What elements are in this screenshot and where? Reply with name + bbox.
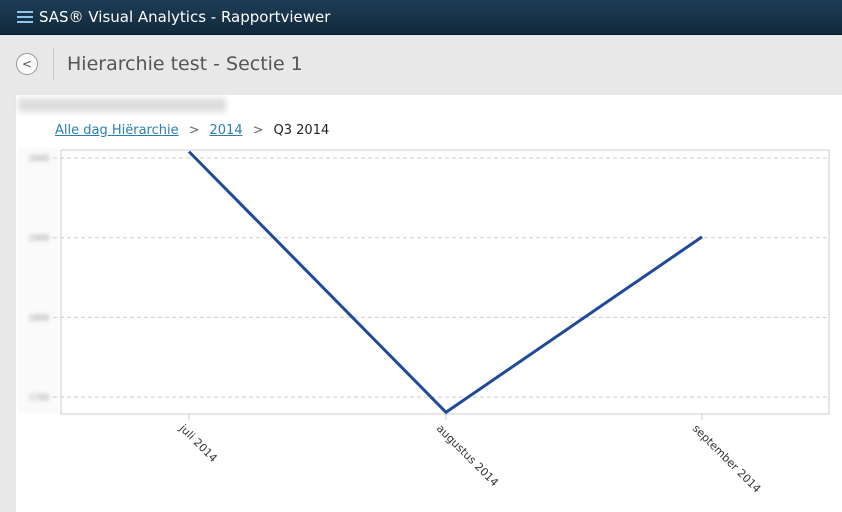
line-chart: 2000 1900 1800 1700 juli 2014 augustus 2014 se… (18, 148, 830, 496)
y-tick-label: 1700 (29, 393, 49, 402)
plot-frame (60, 149, 830, 415)
y-tick-label: 2000 (29, 154, 49, 163)
x-tick-label: september 2014 (690, 422, 764, 496)
divider (53, 48, 54, 80)
y-tick-label: 1900 (29, 234, 49, 243)
app-title: SAS® Visual Analytics - Rapportviewer (39, 8, 331, 26)
app-header: SAS® Visual Analytics - Rapportviewer (0, 0, 842, 35)
y-tick-label: 1800 (29, 313, 49, 322)
back-button[interactable]: < (16, 53, 38, 75)
x-tick-label: augustus 2014 (434, 422, 501, 489)
series-line (187, 150, 703, 415)
page-title: Hierarchie test - Sectie 1 (67, 53, 303, 75)
hamburger-icon[interactable] (17, 11, 33, 23)
page-header: < Hierarchie test - Sectie 1 (0, 35, 842, 93)
x-tick-label: juli 2014 (176, 421, 220, 465)
chart-panel: Alle dag Hiërarchie >2014 > Q3 2014 2000 190… (16, 95, 842, 512)
chevron-left-icon: < (21, 57, 33, 71)
y-axis-area (18, 148, 58, 413)
